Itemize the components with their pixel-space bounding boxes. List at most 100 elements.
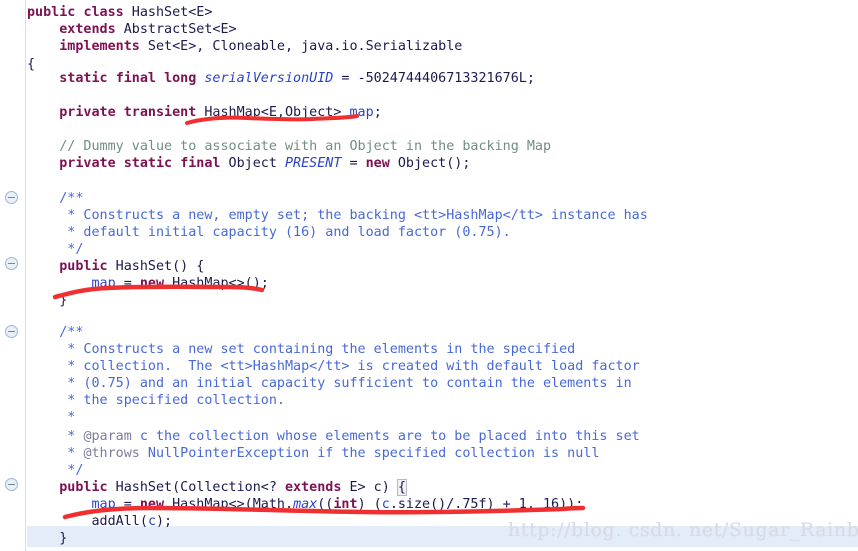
line-present-field[interactable]: private static final Object PRESENT = ne… (27, 153, 470, 174)
line-map-field-token-4: HashMap<E,Object> (196, 105, 350, 120)
line-collection-ctor-signature-token-4: E> c) (341, 480, 398, 495)
line-collection-ctor-body-1-token-6: (( (317, 497, 334, 512)
line-implements[interactable]: implements Set<E>, Cloneable, java.io.Se… (27, 36, 462, 57)
line-class-declaration-token-3: HashSet<E> (123, 5, 213, 20)
line-map-field[interactable]: private transient HashMap<E,Object> map; (27, 102, 382, 123)
line-javadoc1-close-token-0: */ (27, 242, 84, 257)
line-dummy-comment-token-0 (27, 139, 59, 154)
line-javadoc2-body-3-token-0: * (0.75) and an initial capacity suffici… (27, 376, 632, 391)
line-collection-ctor-body-2-token-1: c (147, 514, 156, 529)
line-javadoc2-body-2-token-0: * collection. The <tt>HashMap</tt> is cr… (27, 359, 640, 374)
line-collection-ctor-body-1-token-3: new (139, 497, 165, 512)
line-map-field-token-2 (116, 105, 124, 120)
line-javadoc1-body-1-token-0: * Constructs a new, empty set; the backi… (27, 208, 648, 223)
line-collection-ctor-signature-token-0 (27, 480, 59, 495)
line-present-field-token-9: new (365, 156, 390, 171)
line-map-field-token-6: ; (373, 105, 382, 120)
line-present-field-token-3: static (123, 156, 173, 171)
line-dummy-comment-token-1: // Dummy value to associate with an Obje… (59, 139, 552, 154)
line-collection-ctor-body-1-token-4: HashMap<>(Math. (164, 497, 294, 512)
line-collection-ctor-body-1-token-0 (27, 497, 92, 512)
line-default-ctor-close[interactable]: } (27, 290, 67, 311)
fold-marker-javadoc-default-ctor[interactable] (5, 191, 18, 204)
line-default-ctor-signature-token-0 (27, 259, 59, 274)
line-javadoc2-throws-token-0: * (27, 446, 84, 461)
line-map-field-token-3: transient (123, 105, 197, 120)
line-collection-ctor-body-1-token-8: ) ( (357, 497, 382, 512)
line-present-field-token-4 (172, 156, 180, 171)
line-present-field-token-8: = (341, 156, 366, 171)
line-javadoc2-param-token-1: @param (83, 429, 132, 444)
line-javadoc2-throws-token-2: NullPointerException if the specified co… (139, 446, 600, 461)
line-extends-token-1: extends (59, 22, 116, 37)
line-collection-ctor-signature-token-1: public (59, 480, 108, 495)
line-extends-token-2: AbstractSet<E> (115, 22, 237, 37)
line-collection-ctor-signature-token-5: { (396, 479, 407, 496)
line-collection-ctor-close[interactable]: } (27, 528, 67, 549)
line-map-field-token-5: map (349, 105, 374, 120)
line-collection-ctor-body-1-token-9: c (381, 497, 390, 512)
line-present-field-token-2 (116, 156, 124, 171)
line-javadoc2-body-5-token-0: * (27, 410, 76, 425)
line-serial-version-uid-token-2 (108, 71, 116, 86)
line-collection-ctor-body-2-token-0: addAll( (27, 514, 148, 529)
fold-marker-javadoc-collection-ctor[interactable] (5, 325, 18, 338)
code-editor-window: public class HashSet<E> extends Abstract… (0, 0, 858, 551)
line-javadoc2-open-token-0: /** (27, 325, 84, 340)
line-serial-version-uid-token-7: serialVersionUID (204, 71, 334, 86)
line-collection-ctor-close-token-0: } (27, 531, 68, 546)
line-javadoc2-body-4-token-0: * the specified collection. (27, 393, 285, 408)
line-serial-version-uid-token-0 (27, 71, 59, 86)
line-default-ctor-signature-token-2: HashSet() { (107, 259, 205, 274)
line-collection-ctor-body-1-token-1: map (91, 497, 116, 512)
line-default-ctor-close-token-0: } (27, 293, 68, 308)
line-map-field-token-0 (27, 105, 59, 120)
line-collection-ctor-body-1-token-7: int (333, 497, 358, 512)
line-present-field-token-6: Object (220, 156, 285, 171)
watermark-text: http://blog. csdn. net/Sugar_Rainbow (508, 519, 858, 541)
line-serial-version-uid[interactable]: static final long serialVersionUID = -50… (27, 68, 535, 89)
code-text-area[interactable]: public class HashSet<E> extends Abstract… (27, 0, 858, 551)
fold-marker-collection-ctor[interactable] (5, 478, 18, 491)
line-collection-ctor-body-1-token-5: max (293, 497, 318, 512)
line-collection-ctor-signature-token-3: extends (285, 480, 342, 495)
line-present-field-token-5: final (180, 156, 221, 171)
line-default-ctor-body-token-4: HashMap<>(); (164, 276, 269, 291)
line-collection-ctor-body-2-token-2: ); (156, 514, 173, 529)
line-javadoc2-body-5[interactable]: * (27, 407, 75, 428)
editor-gutter[interactable] (0, 0, 26, 551)
line-present-field-token-1: private (59, 156, 116, 171)
line-serial-version-uid-token-8: = -5024744406713321676L; (333, 71, 535, 86)
line-collection-ctor-body-1-token-10: .size()/.75f) + 1, 16)); (389, 497, 584, 512)
line-serial-version-uid-token-5: long (164, 71, 197, 86)
line-class-declaration-token-0: public (27, 5, 76, 20)
line-collection-ctor-body-1-token-2: = (115, 497, 140, 512)
line-javadoc1-body-2-token-0: * default initial capacity (16) and load… (27, 225, 511, 240)
line-javadoc2-param-token-0: * (27, 429, 84, 444)
line-implements-token-0 (27, 39, 59, 54)
line-present-field-token-7: PRESENT (285, 156, 342, 171)
line-present-field-token-0 (27, 156, 59, 171)
line-javadoc2-throws[interactable]: * @throws NullPointerException if the sp… (27, 443, 599, 464)
line-implements-token-1: implements (59, 39, 140, 54)
fold-marker-default-ctor[interactable] (5, 257, 18, 270)
line-default-ctor-signature-token-1: public (59, 259, 108, 274)
line-implements-token-2: Set<E>, Cloneable, java.io.Serializable (139, 39, 463, 54)
line-default-ctor-body-token-3: new (139, 276, 165, 291)
line-class-declaration-token-2: class (83, 5, 124, 20)
line-serial-version-uid-token-3: final (115, 71, 156, 86)
line-extends-token-0 (27, 22, 59, 37)
line-javadoc2-body-1-token-0: * Constructs a new set containing the el… (27, 342, 576, 357)
line-map-field-token-1: private (59, 105, 116, 120)
line-javadoc1-open-token-0: /** (27, 191, 84, 206)
line-default-ctor-body-token-1: map (91, 276, 116, 291)
line-default-ctor-body-token-0 (27, 276, 92, 291)
line-default-ctor-body-token-2: = (115, 276, 140, 291)
line-present-field-token-10: Object(); (389, 156, 471, 171)
line-serial-version-uid-token-1: static (59, 71, 108, 86)
line-collection-ctor-signature-token-2: HashSet(Collection<? (107, 480, 285, 495)
line-javadoc2-close-token-0: */ (27, 463, 84, 478)
line-javadoc2-param-token-2: c the collection whose elements are to b… (131, 429, 640, 444)
line-javadoc1-body-2[interactable]: * default initial capacity (16) and load… (27, 222, 511, 243)
line-serial-version-uid-token-4 (156, 71, 164, 86)
